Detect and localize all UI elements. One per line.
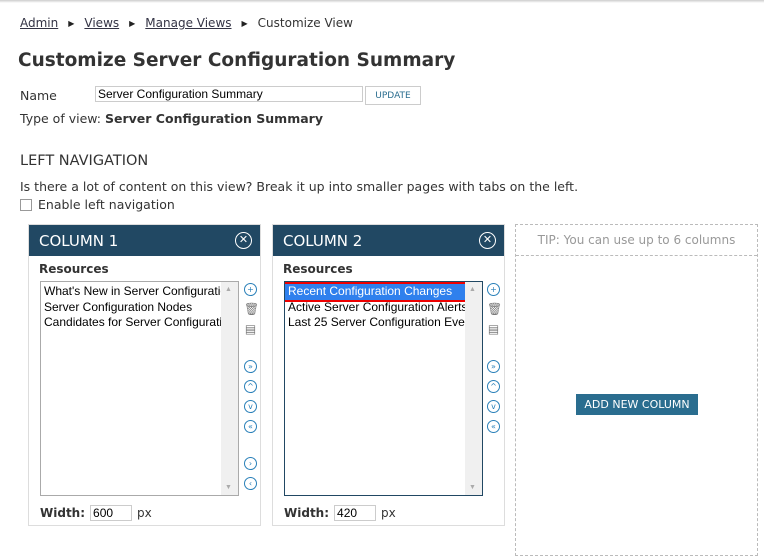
breadcrumb-current: Customize View — [257, 16, 353, 30]
move-up-icon[interactable]: ^ — [244, 380, 257, 393]
add-new-column-button[interactable]: ADD NEW COLUMN — [576, 394, 698, 415]
breadcrumb-views[interactable]: Views — [84, 16, 119, 30]
left-nav-heading: LEFT NAVIGATION — [20, 153, 149, 169]
move-down-icon[interactable]: v — [244, 400, 257, 413]
copy-icon[interactable]: ▤ — [487, 323, 500, 336]
breadcrumb-manage-views[interactable]: Manage Views — [145, 16, 231, 30]
width-label: Width: — [284, 506, 330, 520]
list-item[interactable]: Server Configuration Nodes — [41, 300, 222, 316]
trash-icon[interactable]: 🗑 — [487, 303, 502, 316]
copy-icon[interactable]: ▤ — [244, 323, 257, 336]
enable-left-nav-label: Enable left navigation — [38, 197, 175, 212]
width-unit: px — [381, 506, 396, 520]
width-input[interactable] — [90, 505, 133, 521]
scrollbar[interactable]: ▲ ▼ — [221, 282, 238, 495]
width-label: Width: — [40, 506, 86, 520]
type-value: Server Configuration Summary — [105, 111, 323, 126]
move-bottom-icon[interactable]: « — [244, 420, 257, 433]
list-item[interactable]: Candidates for Server Configuration — [41, 315, 222, 331]
type-label: Type of view: — [20, 111, 102, 126]
list-item[interactable]: Last 25 Server Configuration Events — [285, 315, 466, 331]
update-button[interactable]: UPDATE — [365, 86, 421, 105]
resources-label: Resources — [283, 262, 353, 276]
left-nav-description: Is there a lot of content on this view? … — [20, 179, 579, 194]
trash-icon[interactable]: 🗑 — [244, 303, 259, 316]
page-title: Customize Server Configuration Summary — [18, 50, 456, 71]
add-column-area: TIP: You can use up to 6 columns ADD NEW… — [515, 224, 758, 556]
move-top-icon[interactable]: » — [487, 360, 500, 373]
list-item[interactable]: What's New in Server Configuration — [41, 284, 222, 300]
move-left-icon[interactable]: ‹ — [244, 477, 257, 490]
breadcrumb-admin[interactable]: Admin — [20, 16, 58, 30]
scrollbar[interactable]: ▲ ▼ — [465, 282, 482, 495]
close-icon[interactable]: ✕ — [235, 232, 252, 249]
close-icon[interactable]: ✕ — [479, 232, 496, 249]
column-1: COLUMN 1 ✕ Resources What's New in Server… — [28, 224, 261, 526]
breadcrumb: Admin ▶ Views ▶ Manage Views ▶ Customize Vi… — [20, 16, 353, 30]
resources-list[interactable]: What's New in Server Configuration Serve… — [40, 281, 239, 496]
width-unit: px — [137, 506, 152, 520]
name-input[interactable] — [95, 86, 363, 102]
triangle-right-icon: ▶ — [129, 18, 136, 28]
name-label: Name — [20, 88, 57, 103]
top-shadow — [0, 0, 764, 3]
move-up-icon[interactable]: ^ — [487, 380, 500, 393]
column-title: COLUMN 1 — [39, 232, 119, 250]
move-down-icon[interactable]: v — [487, 400, 500, 413]
enable-left-nav-checkbox[interactable] — [20, 198, 32, 211]
tip-text: TIP: You can use up to 6 columns — [516, 225, 757, 256]
triangle-right-icon: ▶ — [68, 18, 75, 28]
resources-label: Resources — [39, 262, 109, 276]
column-title: COLUMN 2 — [283, 232, 363, 250]
resources-list[interactable]: Recent Configuration Changes Active Serv… — [284, 281, 483, 496]
width-input[interactable] — [334, 505, 377, 521]
add-icon[interactable]: + — [487, 283, 500, 296]
triangle-right-icon: ▶ — [241, 18, 248, 28]
column-2: COLUMN 2 ✕ Resources Recent Configuration… — [272, 224, 505, 526]
move-bottom-icon[interactable]: « — [487, 420, 500, 433]
add-icon[interactable]: + — [244, 283, 257, 296]
list-item[interactable]: Active Server Configuration Alerts — [285, 300, 466, 316]
move-top-icon[interactable]: » — [244, 360, 257, 373]
move-right-icon[interactable]: › — [244, 457, 257, 470]
list-item-selected[interactable]: Recent Configuration Changes — [285, 282, 468, 302]
